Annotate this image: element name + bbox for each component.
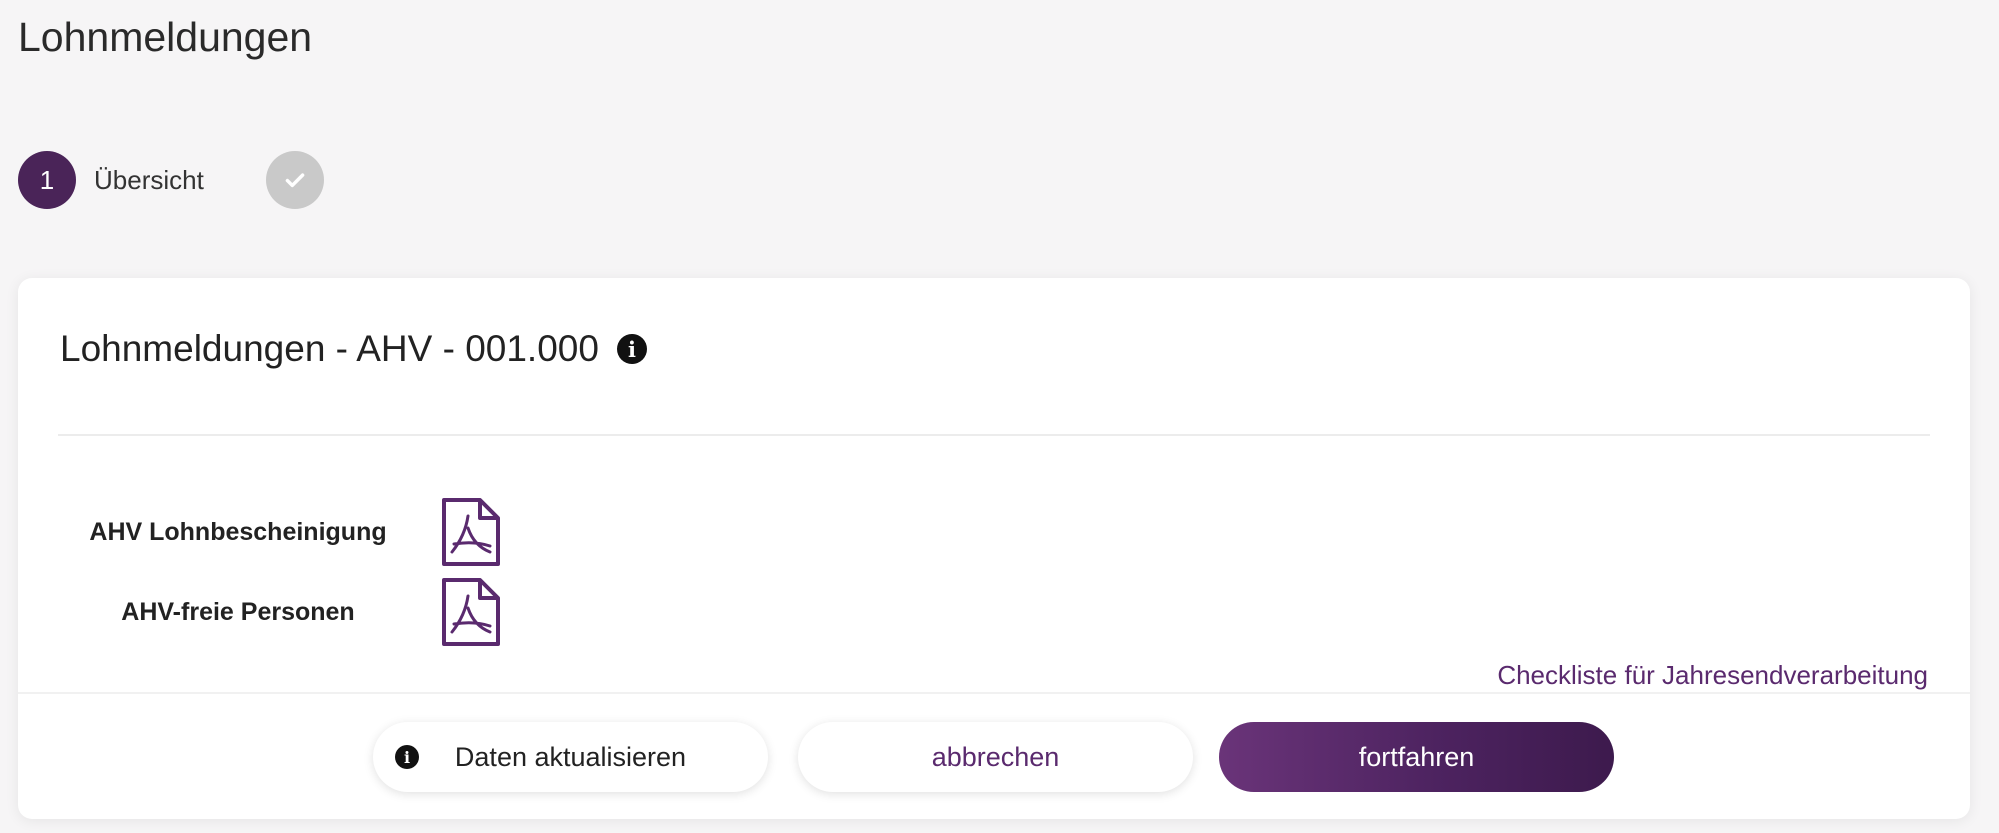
checklist-link[interactable]: Checkliste für Jahresendverarbeitung: [1497, 660, 1928, 691]
stepper: 1 Übersicht: [18, 150, 324, 210]
lohnmeldungen-card: Lohnmeldungen - AHV - 001.000 i AHV Lohn…: [18, 278, 1970, 819]
info-icon: i: [395, 745, 419, 769]
document-row-ahv-lohnbescheinigung: AHV Lohnbescheinigung: [58, 496, 502, 568]
pdf-icon[interactable]: [440, 496, 502, 568]
document-label: AHV-freie Personen: [121, 597, 355, 626]
refresh-data-label: Daten aktualisieren: [454, 741, 687, 772]
check-icon: [285, 173, 305, 188]
info-icon[interactable]: i: [616, 334, 647, 364]
document-row-ahv-freie-personen: AHV-freie Personen: [58, 576, 502, 648]
card-title: Lohnmeldungen - AHV - 001.000: [60, 328, 599, 369]
pdf-icon[interactable]: [440, 576, 502, 648]
page-title: Lohnmeldungen: [18, 14, 313, 60]
step-1-label: Übersicht: [94, 164, 204, 195]
continue-button[interactable]: fortfahren: [1219, 722, 1614, 792]
step-1-indicator[interactable]: 1: [18, 151, 76, 209]
step-2-indicator[interactable]: [265, 151, 324, 209]
divider: [58, 434, 1930, 436]
document-label: AHV Lohnbescheinigung: [89, 517, 387, 546]
footer-separator: [18, 692, 1970, 694]
cancel-button[interactable]: abbrechen: [798, 722, 1193, 792]
card-title-row: Lohnmeldungen - AHV - 001.000 i: [60, 328, 647, 370]
refresh-data-button[interactable]: i Daten aktualisieren: [373, 722, 768, 792]
step-1-number: 1: [39, 164, 55, 195]
